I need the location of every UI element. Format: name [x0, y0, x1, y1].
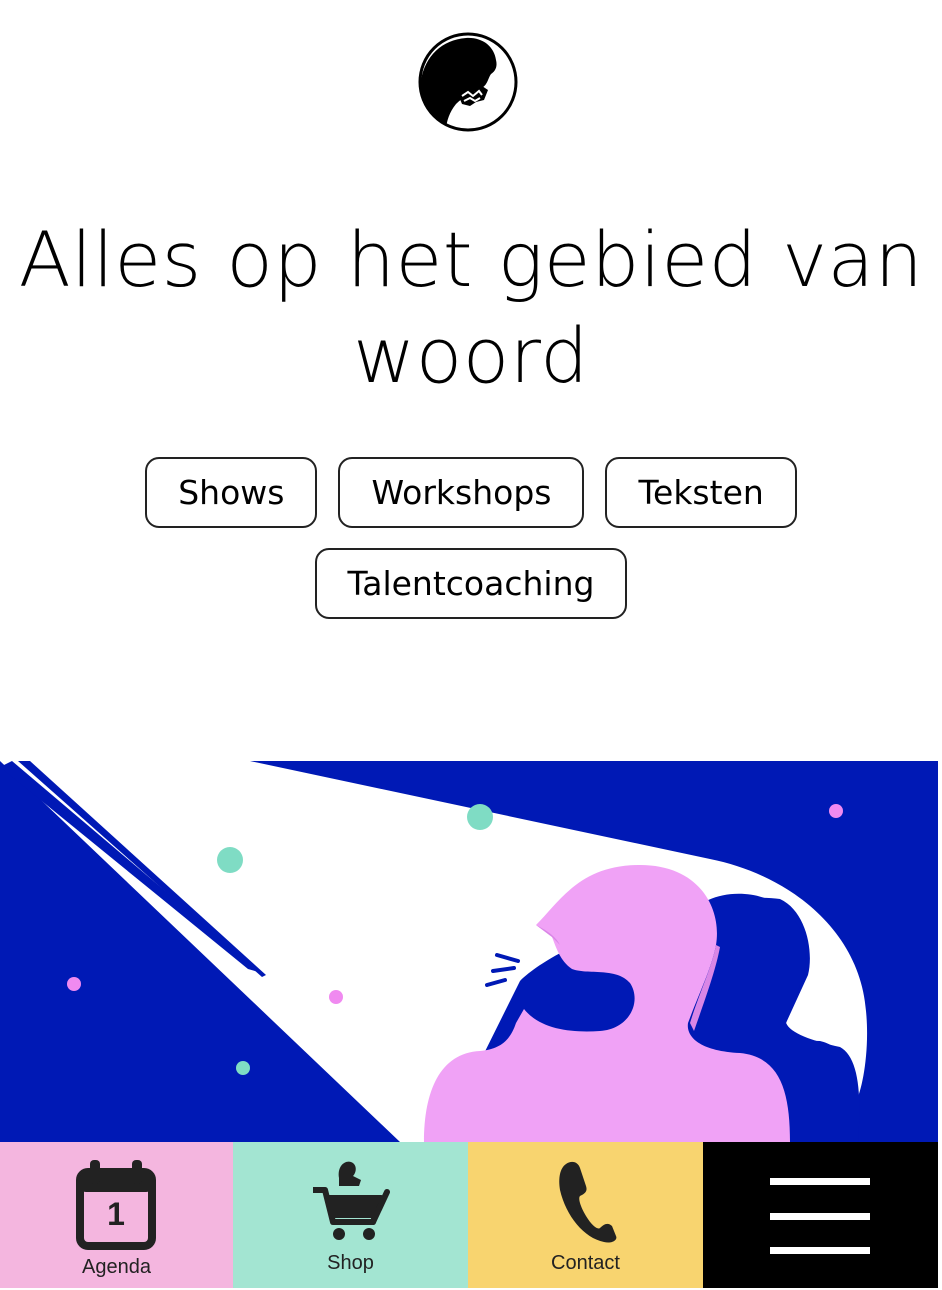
workshops-button[interactable]: Workshops: [338, 457, 585, 528]
shop-label: Shop: [327, 1252, 374, 1274]
contact-nav-item[interactable]: Contact: [468, 1142, 703, 1288]
shopping-cart-icon: [311, 1156, 393, 1252]
shows-button[interactable]: Shows: [145, 457, 318, 528]
shop-nav-item[interactable]: Shop: [233, 1142, 468, 1288]
bottom-nav: 1 Agenda Shop Contact: [0, 1142, 938, 1288]
agenda-nav-item[interactable]: 1 Agenda: [0, 1142, 233, 1288]
talentcoaching-button[interactable]: Talentcoaching: [314, 548, 628, 619]
phone-icon: [558, 1160, 618, 1248]
agenda-label: Agenda: [82, 1256, 151, 1278]
category-buttons: Shows Workshops Teksten Talentcoaching: [0, 457, 942, 619]
speaking-head-logo-icon[interactable]: [418, 32, 518, 132]
teksten-button[interactable]: Teksten: [605, 457, 797, 528]
contact-label: Contact: [551, 1252, 620, 1274]
hero-illustration: [0, 761, 938, 1142]
hamburger-menu-icon: [703, 1142, 938, 1288]
calendar-day: 1: [107, 1196, 125, 1232]
page-title: Alles op het gebied van woord: [18, 215, 924, 400]
menu-button[interactable]: [703, 1142, 938, 1288]
